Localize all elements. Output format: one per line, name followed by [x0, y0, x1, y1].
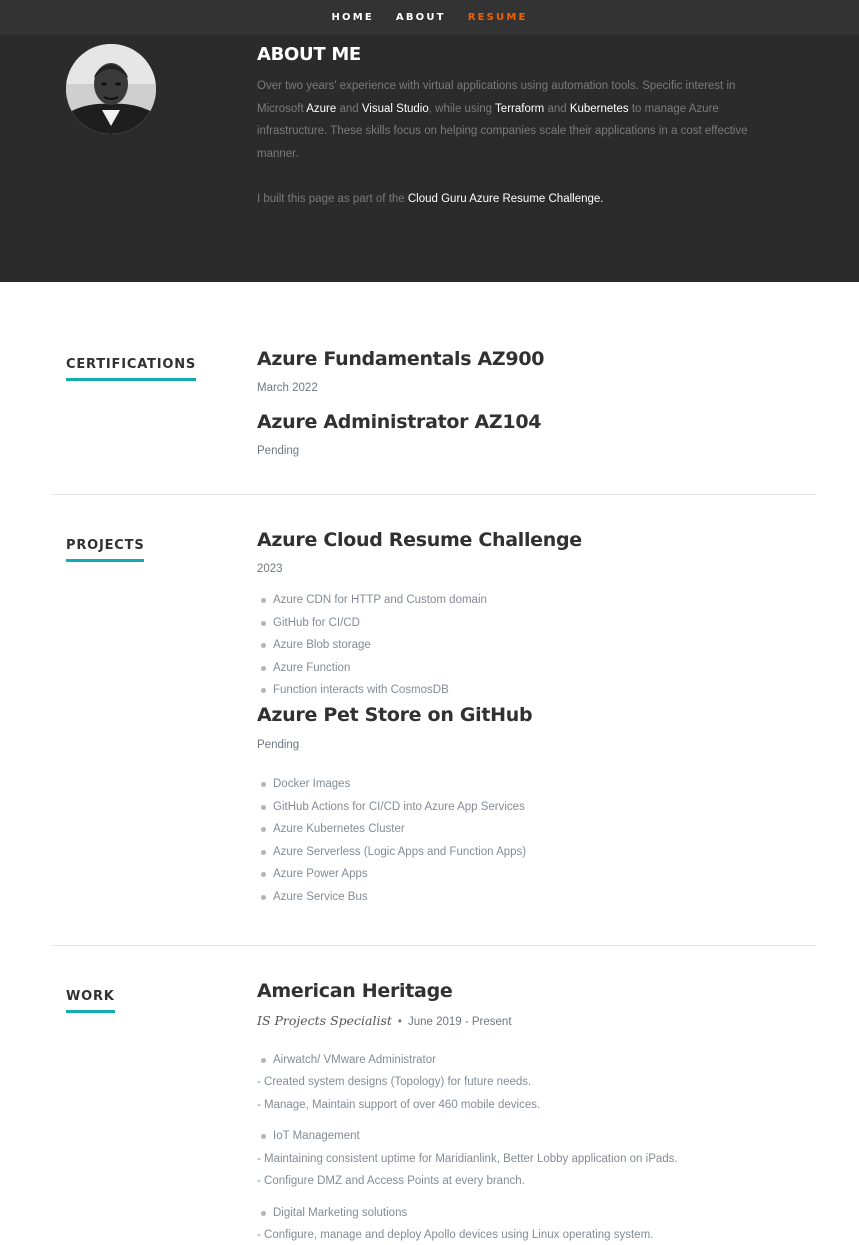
list-item: Azure Serverless (Logic Apps and Functio… [257, 841, 526, 864]
cert-date: March 2022 [257, 382, 318, 394]
cert-title: Azure Administrator AZ104 [257, 411, 542, 433]
about-paragraph: Over two years' experience with virtual … [257, 80, 748, 160]
about-section: ABOUT ME Over two years' experience with… [0, 35, 859, 282]
list-item: Azure Kubernetes Cluster [257, 818, 526, 841]
work-role: IS Projects Specialist [257, 1013, 392, 1028]
profile-photo-image [66, 44, 156, 134]
work-heading: WORK [66, 989, 115, 1013]
work-meta: IS Projects Specialist • June 2019 - Prese… [257, 1013, 512, 1028]
keyword-visual-studio: Visual Studio [361, 102, 429, 115]
work-bullet-list: Airwatch/ VMware Administrator [257, 1049, 436, 1072]
work-detail-line: - Created system designs (Topology) for … [257, 1076, 532, 1088]
project-bullet-list: Docker Images GitHub Actions for CI/CD i… [257, 773, 526, 908]
work-detail-line: - Configure DMZ and Access Points at eve… [257, 1175, 525, 1187]
project-date: Pending [257, 739, 300, 751]
section-divider [51, 494, 816, 495]
list-item: GitHub Actions for CI/CD into Azure App … [257, 796, 526, 819]
list-item: Digital Marketing solutions [257, 1202, 407, 1225]
cert-date: Pending [257, 445, 300, 457]
project-title: Azure Cloud Resume Challenge [257, 529, 582, 551]
keyword-terraform: Terraform [495, 102, 545, 115]
list-item: Azure Blob storage [257, 634, 487, 657]
certifications-heading: CERTIFICATIONS [66, 357, 197, 381]
nav-home[interactable]: HOME [320, 12, 384, 23]
work-detail-line: - Configure, manage and deploy Apollo de… [257, 1229, 654, 1241]
projects-heading: PROJECTS [66, 538, 145, 562]
challenge-link[interactable]: Cloud Guru Azure Resume Challenge. [408, 193, 604, 205]
list-item: Azure Power Apps [257, 863, 526, 886]
about-title: ABOUT ME [257, 44, 361, 65]
cert-title: Azure Fundamentals AZ900 [257, 348, 545, 370]
list-item: IoT Management [257, 1125, 360, 1148]
project-bullet-list: Azure CDN for HTTP and Custom domain Git… [257, 589, 487, 702]
list-item: Azure CDN for HTTP and Custom domain [257, 589, 487, 612]
work-company: American Heritage [257, 980, 453, 1002]
top-nav: HOME ABOUT RESUME [0, 0, 859, 35]
work-detail-line: - Manage, Maintain support of over 460 m… [257, 1099, 541, 1111]
work-bullet-list: IoT Management [257, 1125, 360, 1148]
nav-resume[interactable]: RESUME [457, 12, 539, 23]
work-separator: • [397, 1016, 402, 1028]
list-item: Function interacts with CosmosDB [257, 679, 487, 702]
list-item: Azure Service Bus [257, 886, 526, 909]
keyword-azure: Azure [306, 102, 337, 115]
nav-about[interactable]: ABOUT [385, 12, 457, 23]
work-dates: June 2019 - Present [407, 1016, 512, 1028]
keyword-kubernetes: Kubernetes [569, 102, 629, 115]
work-bullet-list: Digital Marketing solutions [257, 1202, 407, 1225]
project-date: 2023 [257, 563, 283, 575]
project-title: Azure Pet Store on GitHub [257, 704, 533, 726]
list-item: Azure Function [257, 657, 487, 680]
section-divider [51, 945, 816, 946]
list-item: GitHub for CI/CD [257, 612, 487, 635]
list-item: Airwatch/ VMware Administrator [257, 1049, 436, 1072]
list-item: Docker Images [257, 773, 526, 796]
about-challenge-note: I built this page as part of the Cloud G… [257, 193, 604, 205]
profile-photo [66, 44, 156, 134]
work-detail-line: - Maintaining consistent uptime for Mari… [257, 1153, 678, 1165]
